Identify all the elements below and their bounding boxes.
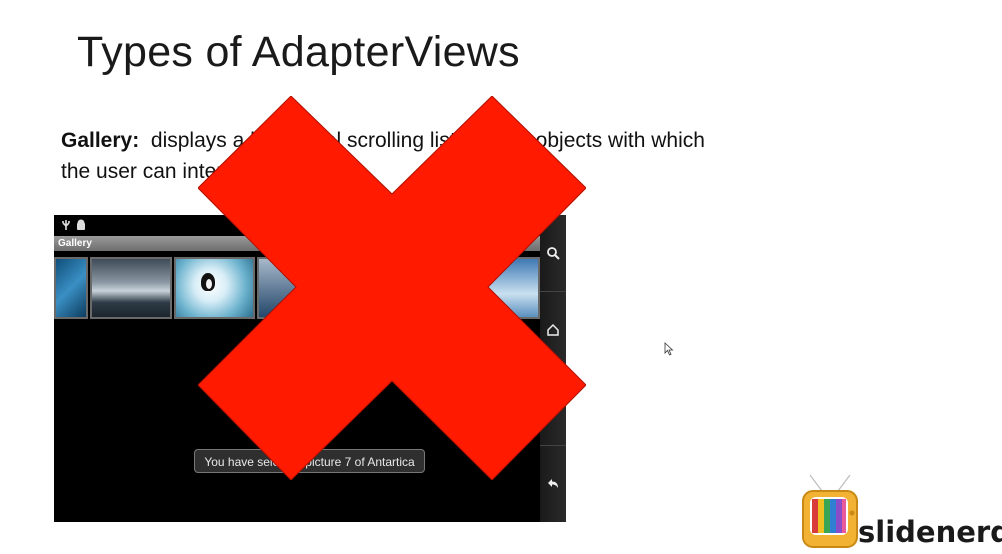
android-icon bbox=[77, 219, 85, 230]
logo-text: slidenerd bbox=[858, 515, 1002, 549]
gallery-thumbnail[interactable] bbox=[90, 257, 172, 319]
gallery-term: Gallery: bbox=[61, 129, 140, 152]
gallery-thumbnail[interactable] bbox=[54, 257, 88, 319]
slide-title: Types of AdapterViews bbox=[77, 28, 520, 76]
mouse-cursor-icon bbox=[664, 342, 674, 356]
usb-icon bbox=[62, 220, 70, 230]
red-x-icon bbox=[198, 96, 586, 480]
